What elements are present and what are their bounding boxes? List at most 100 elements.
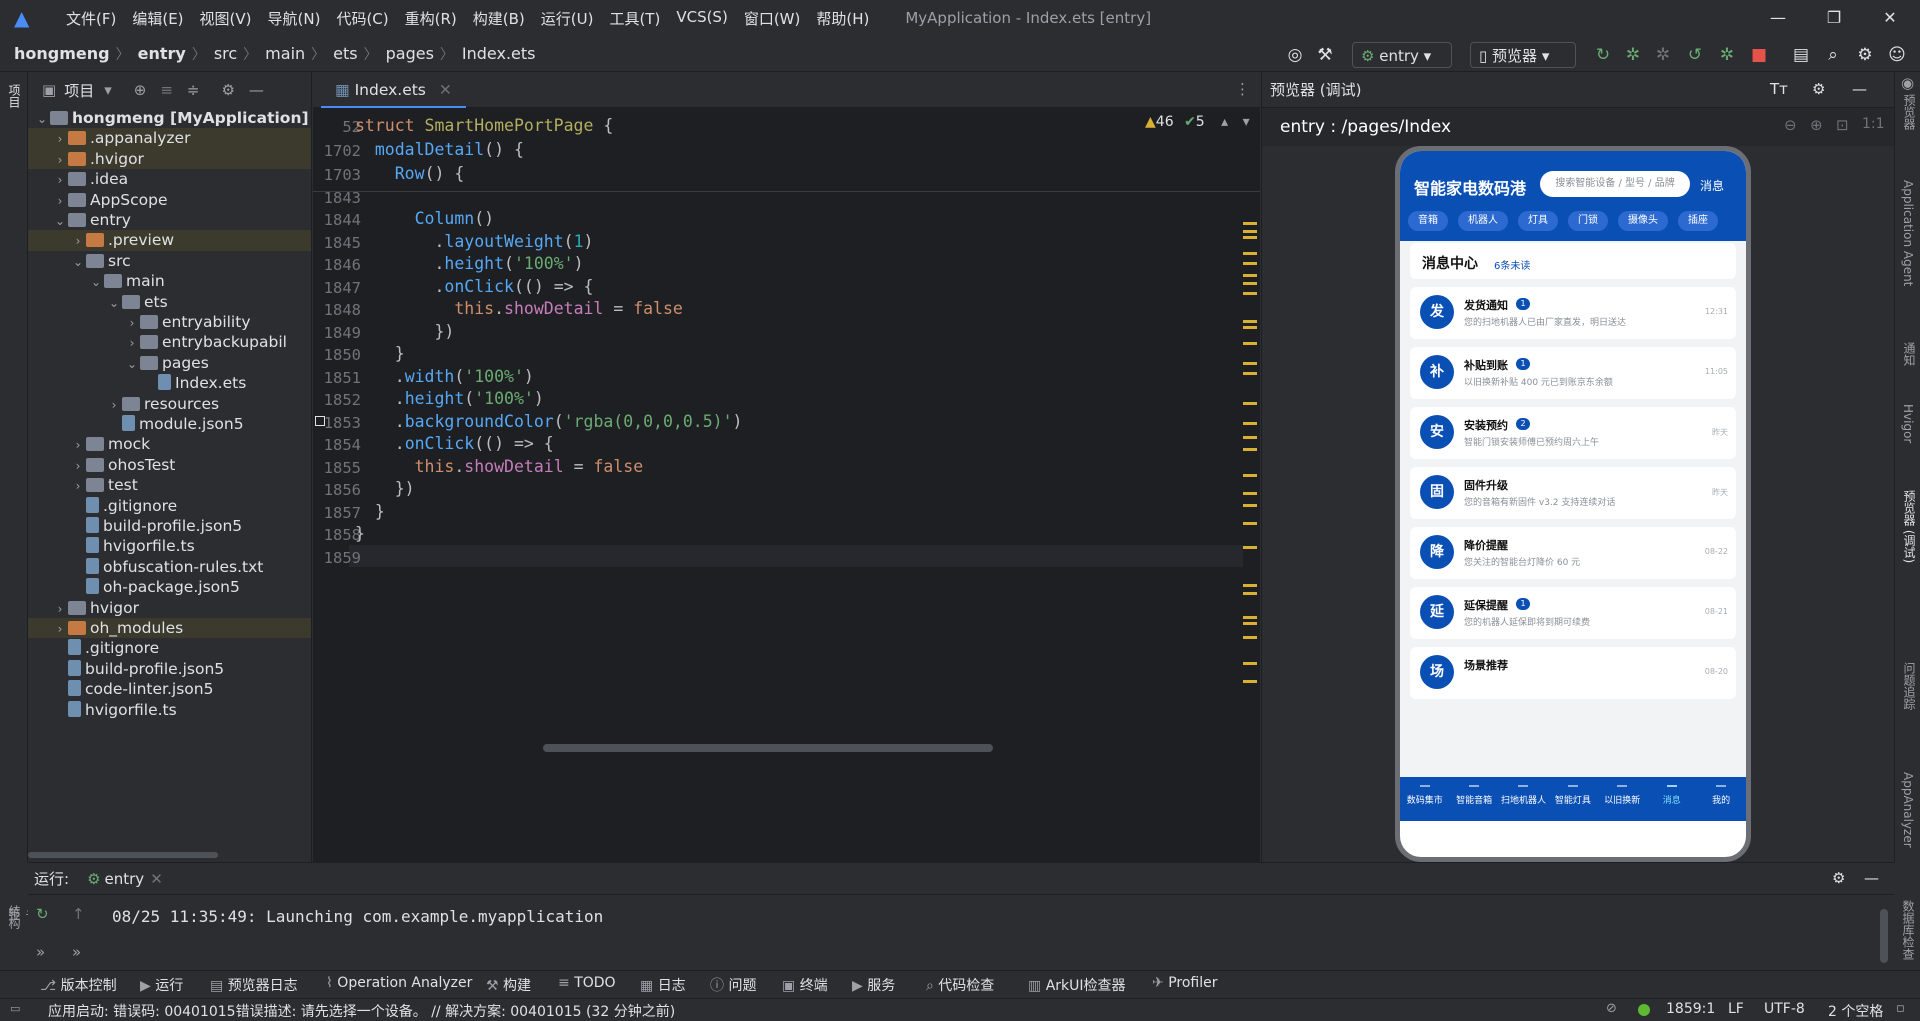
scroll-up-icon[interactable]: ↑	[72, 905, 85, 923]
tree-item[interactable]: › test	[28, 475, 311, 495]
more-actions-icon-2[interactable]: »	[72, 943, 81, 961]
tree-item[interactable]: ⌄ hongmeng [MyApplication] D:	[28, 108, 311, 128]
warning-marker[interactable]	[1243, 372, 1257, 375]
run-hide-icon[interactable]: —	[1864, 869, 1879, 887]
tree-item[interactable]: oh-package.json5	[28, 577, 311, 597]
device-select[interactable]: ▯ 预览器 ▾	[1470, 42, 1576, 68]
gear-icon[interactable]: ⚙	[221, 81, 234, 99]
breadcrumb-item[interactable]: main	[257, 44, 305, 63]
bottom-tool-3[interactable]: ⌇ Operation Analyzer	[326, 975, 472, 991]
chevron-right-icon[interactable]: ›	[52, 150, 68, 170]
warning-marker[interactable]	[1243, 402, 1257, 405]
bottom-tool-8[interactable]: ▣ 终端	[782, 975, 828, 995]
app-nav-item[interactable]: 消息	[1647, 781, 1696, 819]
font-size-icon[interactable]: Tт	[1770, 80, 1788, 98]
project-tool-label[interactable]: 项目	[6, 84, 23, 108]
warning-marker[interactable]	[1243, 342, 1257, 345]
tree-item[interactable]: › entryability	[28, 312, 311, 332]
bottom-tool-10[interactable]: ⌕ 代码检查	[926, 975, 994, 995]
category-chip[interactable]: 音箱	[1408, 211, 1448, 231]
warning-marker[interactable]	[1243, 680, 1257, 683]
warning-marker[interactable]	[1243, 252, 1257, 255]
tree-item[interactable]: › AppScope	[28, 190, 311, 210]
tree-item[interactable]: › entrybackupabil	[28, 332, 311, 353]
run-settings-icon[interactable]: ⚙	[1832, 869, 1845, 887]
app-nav-item[interactable]: 以旧换新	[1598, 781, 1647, 819]
category-chip[interactable]: 插座	[1678, 211, 1718, 231]
tree-item[interactable]: ⌄ ets	[28, 292, 311, 313]
tree-item[interactable]: Index.ets	[28, 373, 311, 393]
preview-settings-icon[interactable]: ⚙	[1812, 80, 1825, 98]
project-panel-title[interactable]: 项目	[64, 80, 94, 101]
run-scrollbar[interactable]	[1880, 909, 1888, 963]
category-chip[interactable]: 机器人	[1458, 211, 1508, 231]
chevron-down-icon[interactable]: ▾	[104, 81, 112, 99]
issue-tracking-tool-label[interactable]: 问题追踪	[1901, 662, 1918, 710]
message-card[interactable]: 延延保提醒 1 您的机器人延保即将到期可续费 08-21	[1410, 587, 1736, 639]
zoom-out-icon[interactable]: ⊖	[1784, 116, 1797, 134]
chevron-right-icon[interactable]: ›	[70, 456, 86, 476]
lock-icon[interactable]: ▫	[1896, 1001, 1905, 1016]
chevron-right-icon[interactable]: ›	[70, 435, 86, 455]
breadcrumb-item[interactable]: pages	[378, 44, 434, 63]
message-card[interactable]: 补补贴到账 1 以旧换新补贴 400 元已到账京东余额 11:05	[1410, 347, 1736, 399]
chevron-down-icon[interactable]: ⌄	[106, 293, 122, 313]
structure-tool-label[interactable]: 结构	[6, 905, 23, 929]
tree-item[interactable]: build-profile.json5	[28, 516, 311, 536]
bottom-tool-2[interactable]: ▤ 预览器日志	[210, 975, 298, 995]
caret-position[interactable]: 1859:1	[1666, 1001, 1715, 1017]
warning-marker[interactable]	[1243, 616, 1257, 619]
bottom-tool-0[interactable]: ⎇ 版本控制	[40, 975, 117, 995]
category-chip[interactable]: 门锁	[1568, 211, 1608, 231]
app-agent-tool-label[interactable]: Application Agent	[1901, 180, 1915, 286]
tree-scrollbar[interactable]	[28, 852, 218, 858]
attach-icon[interactable]: ✲	[1650, 42, 1676, 68]
target-icon[interactable]: ⊕	[134, 81, 147, 99]
breadcrumb-item[interactable]: hongmeng	[0, 44, 110, 63]
previewer-debug-tool-label[interactable]: 预览器 (调试)	[1901, 490, 1918, 563]
tree-item[interactable]: build-profile.json5	[28, 659, 311, 679]
breadcrumb-item[interactable]: Index.ets	[454, 44, 536, 63]
warning-marker[interactable]	[1243, 522, 1257, 525]
tree-item[interactable]: › ohosTest	[28, 455, 311, 476]
menu-item[interactable]: 编辑(E)	[124, 8, 191, 29]
minimize-button[interactable]: —	[1750, 0, 1806, 36]
message-card[interactable]: 降降价提醒 您关注的智能台灯降价 60 元 08-22	[1410, 527, 1736, 579]
menu-item[interactable]: 视图(V)	[192, 8, 260, 29]
chevron-right-icon[interactable]: ›	[70, 231, 86, 251]
tree-item[interactable]: module.json5	[28, 414, 311, 434]
appanalyzer-tool-label[interactable]: AppAnalyzer	[1901, 772, 1915, 848]
chevron-down-icon[interactable]: ⌄	[70, 252, 86, 272]
run-config-select[interactable]: ⚙ entry ▾	[1352, 42, 1452, 68]
status-toggle-icon[interactable]: ▭	[10, 1002, 20, 1015]
category-chip[interactable]: 灯具	[1518, 211, 1558, 231]
user-icon[interactable]: ☺	[1884, 42, 1910, 68]
warning-marker[interactable]	[1243, 222, 1257, 225]
chevron-right-icon[interactable]: ›	[106, 395, 122, 415]
message-card[interactable]: 固固件升级 您的音箱有新固件 v3.2 支持连续对话 昨天	[1410, 467, 1736, 519]
locate-icon[interactable]: ◎	[1282, 42, 1308, 68]
tree-item[interactable]: .gitignore	[28, 638, 311, 658]
app-search-input[interactable]: 搜索智能设备 / 型号 / 品牌	[1540, 171, 1690, 197]
app-nav-item[interactable]: 智能灯具	[1548, 781, 1597, 819]
app-nav-item[interactable]: 我的	[1696, 781, 1745, 819]
expand-all-icon[interactable]: ≡	[160, 81, 173, 99]
bottom-tool-6[interactable]: ▦ 日志	[640, 975, 686, 995]
app-nav-item[interactable]: 智能音箱	[1449, 781, 1498, 819]
message-card[interactable]: 场场景推荐 08-20	[1410, 647, 1736, 699]
breadcrumb-item[interactable]: src	[206, 44, 237, 63]
tree-item[interactable]: › .hvigor	[28, 148, 311, 170]
menu-item[interactable]: VCS(S)	[668, 8, 735, 29]
warning-marker[interactable]	[1243, 274, 1257, 277]
warning-marker[interactable]	[1243, 636, 1257, 639]
menu-item[interactable]: 代码(C)	[328, 8, 396, 29]
debug-rerun-icon[interactable]: ✲	[1714, 42, 1740, 68]
warning-marker[interactable]	[1243, 236, 1257, 239]
warning-marker[interactable]	[1243, 474, 1257, 477]
chevron-right-icon[interactable]: ›	[124, 333, 140, 353]
hide-panel-icon[interactable]: —	[249, 81, 264, 99]
close-run-tab-icon[interactable]: ✕	[150, 870, 163, 888]
actual-size-icon[interactable]: 1:1	[1862, 116, 1885, 132]
tree-item[interactable]: › .appanalyzer	[28, 128, 311, 149]
tree-item[interactable]: › oh_modules	[28, 618, 311, 639]
